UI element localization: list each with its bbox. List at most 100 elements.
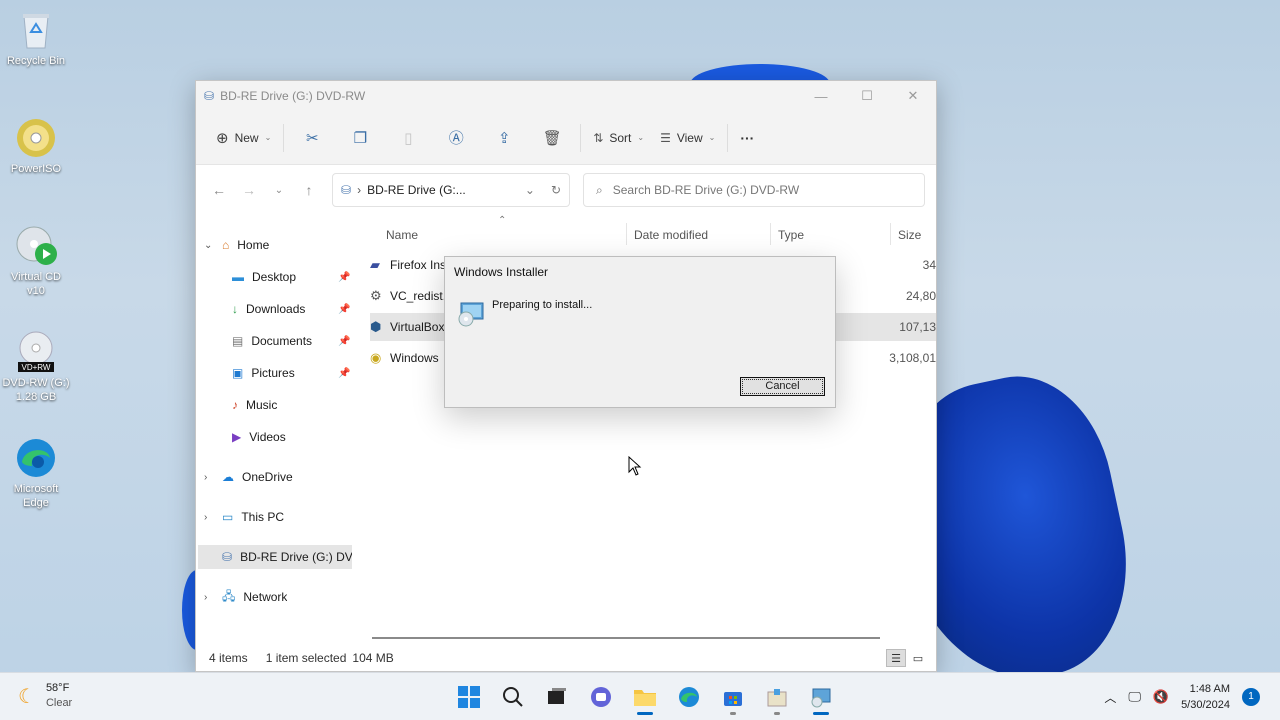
taskbar-search-button[interactable] (491, 679, 535, 715)
nav-onedrive[interactable]: › ☁ OneDrive (204, 465, 293, 489)
computer-icon: ▭ (222, 510, 234, 524)
breadcrumb[interactable]: BD-RE Drive (G:... (367, 183, 466, 197)
nav-pictures[interactable]: ▣ Pictures 📌 (232, 361, 356, 385)
desktop-icon-edge[interactable]: Microsoft Edge (2, 436, 70, 510)
virtualbox-icon: ⬢ (370, 319, 382, 334)
close-button[interactable]: ✕ (890, 81, 936, 111)
delete-button[interactable]: 🗑 (528, 122, 576, 154)
search-icon: ⌕ (596, 182, 603, 197)
start-button[interactable] (447, 679, 491, 715)
weather-widget[interactable]: ☾ 58°F Clear (18, 681, 72, 711)
desktop-icon-virtual-cd[interactable]: Virtual CD v10 (2, 224, 70, 298)
installer-icon (457, 301, 485, 327)
minimize-button[interactable]: — (798, 81, 844, 111)
titlebar[interactable]: ⛁ BD-RE Drive (G:) DVD-RW — ☐ ✕ (196, 81, 936, 111)
store-taskbar-button[interactable] (711, 679, 755, 715)
edge-icon (679, 687, 699, 707)
desktop-icon-recycle-bin[interactable]: Recycle Bin (2, 8, 70, 68)
nav-network[interactable]: › 🖧 Network (204, 585, 287, 609)
column-header-name[interactable]: Name (386, 223, 418, 247)
view-icon: ☰ (660, 130, 671, 145)
share-button[interactable]: ⇪ (480, 122, 528, 154)
chevron-up-icon[interactable]: ︿ (1104, 689, 1116, 706)
desktop-icon-poweriso[interactable]: PowerISO (2, 116, 70, 176)
refresh-icon[interactable]: ↻ (551, 183, 561, 197)
documents-icon: ▤ (232, 334, 244, 348)
column-header-date[interactable]: Date modified (634, 223, 708, 247)
nav-downloads[interactable]: ↓ Downloads 📌 (232, 297, 356, 321)
cancel-button[interactable]: Cancel (740, 377, 825, 396)
moon-icon: ☾ (18, 685, 36, 708)
nav-this-pc[interactable]: › ▭ This PC (204, 505, 284, 529)
installer-taskbar-button[interactable] (799, 679, 843, 715)
pin-icon[interactable]: 📌 (338, 272, 350, 283)
clock[interactable]: 1:48 AM 5/30/2024 (1181, 681, 1230, 713)
nav-music[interactable]: ♪ Music (232, 393, 277, 417)
music-icon: ♪ (232, 398, 238, 412)
volume-muted-icon[interactable]: 🔇 (1153, 689, 1169, 705)
nav-desktop[interactable]: ▬ Desktop 📌 (232, 265, 356, 289)
column-divider[interactable] (770, 223, 771, 245)
taskbar: ☾ 58°F Clear ︿ 🖵 🔇 1:48 AM 5/30/2024 1 (0, 672, 1280, 720)
rename-button[interactable]: Ⓐ (432, 122, 480, 154)
up-arrow-icon[interactable]: ↑ (294, 182, 324, 198)
recycle-bin-icon (14, 8, 58, 52)
column-divider[interactable] (626, 223, 627, 245)
desktop-icon-dvd-drive[interactable]: VD+RW DVD-RW (G:) 1.28 GB (2, 330, 70, 404)
edge-taskbar-button[interactable] (667, 679, 711, 715)
navigation-pane: ⌄ ⌂ Home ▬ Desktop 📌 ↓ Downloads 📌 ▤ Doc… (196, 215, 356, 645)
task-view-button[interactable] (535, 679, 579, 715)
pin-icon[interactable]: 📌 (338, 368, 350, 379)
sort-button[interactable]: ⇅ Sort ⌄ (585, 122, 652, 154)
search-input[interactable]: ⌕ Search BD-RE Drive (G:) DVD-RW (583, 173, 925, 207)
rename-icon: Ⓐ (448, 130, 464, 147)
folder-icon (634, 690, 656, 706)
horizontal-scrollbar[interactable] (372, 637, 880, 639)
back-arrow-icon[interactable]: ← (204, 182, 234, 198)
pin-icon[interactable]: 📌 (338, 304, 350, 315)
notification-badge[interactable]: 1 (1242, 688, 1260, 706)
details-view-icon[interactable]: ☰ (886, 649, 906, 667)
edge-icon (14, 436, 58, 480)
network-icon: 🖧 (222, 588, 236, 603)
nav-bd-re-drive[interactable]: ⛁ BD-RE Drive (G:) DVD (198, 545, 352, 569)
more-options-button[interactable]: ··· (732, 122, 762, 154)
copy-button[interactable]: ❐ (336, 122, 384, 154)
weather-temperature: 58°F (45, 682, 70, 694)
paste-button[interactable]: ▯ (384, 122, 432, 154)
maximize-button[interactable]: ☐ (844, 81, 890, 111)
download-icon: ↓ (232, 302, 238, 316)
recent-locations-chevron-icon[interactable]: ⌄ (264, 185, 294, 196)
column-divider[interactable] (890, 223, 891, 245)
system-tray: ︿ 🖵 🔇 1:48 AM 5/30/2024 1 (1104, 681, 1260, 713)
chevron-down-icon: ⌄ (708, 133, 716, 142)
setup-taskbar-button[interactable] (755, 679, 799, 715)
dialog-message: Preparing to install... (492, 299, 593, 311)
selection-count: 1 item selected (265, 651, 347, 665)
nav-videos[interactable]: ▶ Videos (232, 425, 286, 449)
selection-size: 104 MB (352, 651, 394, 665)
teams-chat-button[interactable] (579, 679, 623, 715)
view-button[interactable]: ☰ View ⌄ (652, 122, 723, 154)
new-button[interactable]: ⊕ New ⌄ (208, 122, 279, 154)
forward-arrow-icon[interactable]: → (234, 182, 264, 198)
pin-icon[interactable]: 📌 (338, 336, 350, 347)
column-header-type[interactable]: Type (778, 223, 804, 247)
address-dropdown-icon[interactable]: ⌄ (525, 183, 535, 197)
address-bar[interactable]: ⛁ › BD-RE Drive (G:... ⌄ ↻ (332, 173, 570, 207)
network-status-icon[interactable]: 🖵 (1128, 689, 1141, 705)
more-icon: ··· (740, 129, 755, 146)
window-title: BD-RE Drive (G:) DVD-RW (220, 89, 366, 103)
tiles-view-icon[interactable]: ▭ (908, 649, 928, 667)
sort-icon: ⇅ (593, 130, 604, 145)
installer-icon (811, 688, 831, 708)
nav-home[interactable]: ⌄ ⌂ Home (204, 233, 269, 257)
cloud-icon: ☁ (222, 470, 234, 484)
column-header-size[interactable]: Size (898, 223, 921, 247)
command-bar: ⊕ New ⌄ ✂ ❐ ▯ Ⓐ ⇪ 🗑 ⇅ Sort ⌄ ☰ View ⌄ ··… (196, 111, 936, 165)
weather-condition: Clear (45, 697, 73, 709)
nav-documents[interactable]: ▤ Documents 📌 (232, 329, 356, 353)
file-explorer-taskbar-button[interactable] (623, 679, 667, 715)
cut-button[interactable]: ✂ (288, 122, 336, 154)
trash-icon: 🗑 (542, 129, 562, 147)
